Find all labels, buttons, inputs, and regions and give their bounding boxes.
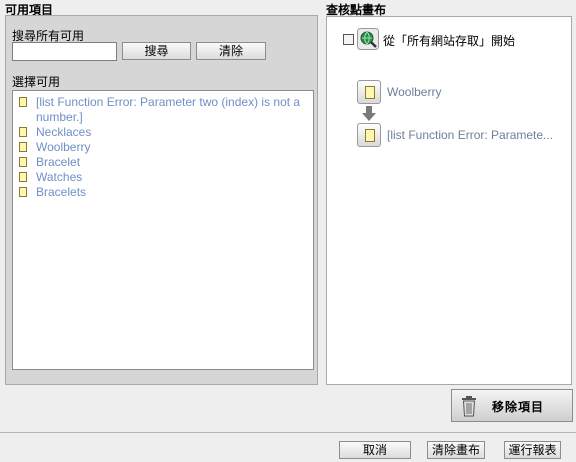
document-icon [19,187,27,197]
checkpoint-node-label: Woolberry [387,85,442,99]
document-icon [19,97,27,107]
clear-button[interactable]: 清除 [196,42,266,60]
checkpoint-canvas[interactable]: 從「所有網站存取」開始 Woolberry [list Function Err… [326,16,572,385]
document-icon [19,172,27,182]
document-icon [365,129,375,142]
document-icon [19,157,27,167]
list-item[interactable]: Watches [15,170,311,185]
list-item-label: Watches [36,170,83,184]
list-item-label: Woolberry [36,140,91,154]
items-container: [list Function Error: Parameter two (ind… [15,95,311,200]
checkpoint-node-icon[interactable] [357,123,381,147]
clear-canvas-button[interactable]: 清除畫布 [427,441,485,459]
cancel-button[interactable]: 取消 [339,441,411,459]
document-icon [19,142,27,152]
start-all-sites-label: 從「所有網站存取」開始 [383,34,516,48]
document-icon [365,86,375,99]
list-item[interactable]: Necklaces [15,125,311,140]
list-item-label: [list Function Error: Parameter two (ind… [36,95,301,124]
list-item[interactable]: Bracelet [15,155,311,170]
list-item-label: Necklaces [36,125,92,139]
list-item[interactable]: [list Function Error: Parameter two (ind… [15,95,311,125]
list-item-label: Bracelets [36,185,87,199]
list-item[interactable]: Bracelets [15,185,311,200]
available-items-panel: 搜尋所有可用 搜尋 清除 選擇可用 [list Function Error: … [5,15,318,385]
run-report-button[interactable]: 運行報表 [504,441,561,459]
start-checkbox[interactable] [343,34,354,45]
search-input[interactable] [12,42,117,61]
list-item[interactable]: Woolberry [15,140,311,155]
document-icon [19,127,27,137]
select-available-label: 選擇可用 [12,75,61,89]
checkpoint-node-label: [list Function Error: Paramete... [387,128,554,142]
globe-search-icon [357,28,379,50]
available-items-list[interactable]: [list Function Error: Parameter two (ind… [12,90,314,370]
footer-divider [0,432,576,433]
checkpoint-node-icon[interactable] [357,80,381,104]
remove-item-label: 移除項目 [492,400,545,414]
down-arrow-icon [362,106,376,122]
trash-icon [460,395,478,417]
search-button[interactable]: 搜尋 [122,42,191,60]
remove-item-button[interactable]: 移除項目 [451,389,573,422]
list-item-label: Bracelet [36,155,81,169]
